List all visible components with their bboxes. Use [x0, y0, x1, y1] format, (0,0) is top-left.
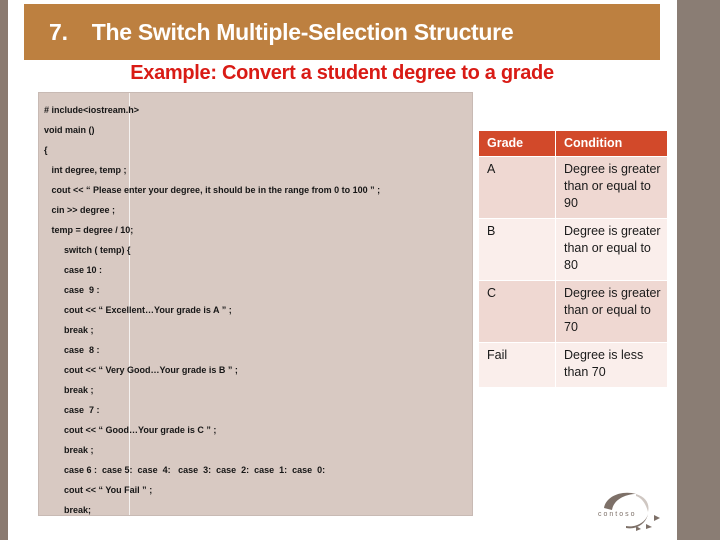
- left-decorative-band: [0, 0, 8, 540]
- cell-grade: Fail: [478, 342, 556, 388]
- code-line: # include<iostream.h>: [44, 105, 140, 115]
- code-line: case 8 :: [44, 345, 100, 355]
- cell-grade: A: [478, 156, 556, 219]
- table-head: Grade Condition: [478, 130, 668, 157]
- table-row: A Degree is greater than or equal to 90: [478, 156, 668, 219]
- code-line: case 7 :: [44, 405, 100, 415]
- code-line: case 6 : case 5: case 4: case 3: case 2:…: [44, 465, 326, 475]
- code-line: cout << “ Excellent…Your grade is A ” ;: [44, 305, 232, 315]
- cell-grade: B: [478, 218, 556, 281]
- code-line: cout << “ Very Good…Your grade is B ” ;: [44, 365, 238, 375]
- right-decorative-band: [677, 0, 720, 540]
- code-line: {: [44, 145, 48, 155]
- code-line: cout << “ You Fail ” ;: [44, 485, 153, 495]
- code-line: break ;: [44, 325, 94, 335]
- grade-condition-table: Grade Condition A Degree is greater than …: [478, 130, 668, 388]
- cell-condition: Degree is greater than or equal to 70: [555, 280, 668, 343]
- code-line: cout << “ Good…Your grade is C ” ;: [44, 425, 217, 435]
- code-line: void main (): [44, 125, 95, 135]
- cell-grade: C: [478, 280, 556, 343]
- code-line: break ;: [44, 445, 94, 455]
- contoso-logo-mark: [604, 492, 660, 531]
- code-line: switch ( temp) {: [44, 245, 131, 255]
- cell-condition: Degree is greater than or equal to 80: [555, 218, 668, 281]
- code-line: temp = degree / 10;: [44, 225, 134, 235]
- table-body: A Degree is greater than or equal to 90 B D…: [478, 156, 668, 388]
- code-line: case 9 :: [44, 285, 100, 295]
- code-line: case 10 :: [44, 265, 103, 275]
- table-row: Fail Degree is less than 70: [478, 342, 668, 388]
- code-line: int degree, temp ;: [44, 165, 127, 175]
- slide-subtitle: Example: Convert a student degree to a g…: [130, 62, 554, 84]
- column-header-condition: Condition: [555, 130, 668, 157]
- table-row: B Degree is greater than or equal to 80: [478, 218, 668, 281]
- cell-condition: Degree is less than 70: [555, 342, 668, 388]
- table-header-row: Grade Condition: [478, 130, 668, 157]
- slide-title-bar: 7. The Switch Multiple-Selection Structu…: [24, 4, 660, 60]
- code-line: break;: [44, 505, 92, 515]
- cell-condition: Degree is greater than or equal to 90: [555, 156, 668, 219]
- code-line: cout << “ Please enter your degree, it s…: [44, 185, 381, 195]
- code-line: break ;: [44, 385, 94, 395]
- code-lines: # include<iostream.h> void main () { int d…: [39, 93, 472, 515]
- contoso-logo: contoso: [596, 488, 670, 532]
- column-header-grade: Grade: [478, 130, 556, 157]
- page-title: The Switch Multiple-Selection Structure: [91, 18, 514, 45]
- code-block: # include<iostream.h> void main () { int d…: [38, 92, 473, 516]
- code-line: cin >> degree ;: [44, 205, 116, 215]
- title-number: 7.: [49, 18, 68, 45]
- contoso-logo-text: contoso: [598, 511, 637, 518]
- table-row: C Degree is greater than or equal to 70: [478, 280, 668, 343]
